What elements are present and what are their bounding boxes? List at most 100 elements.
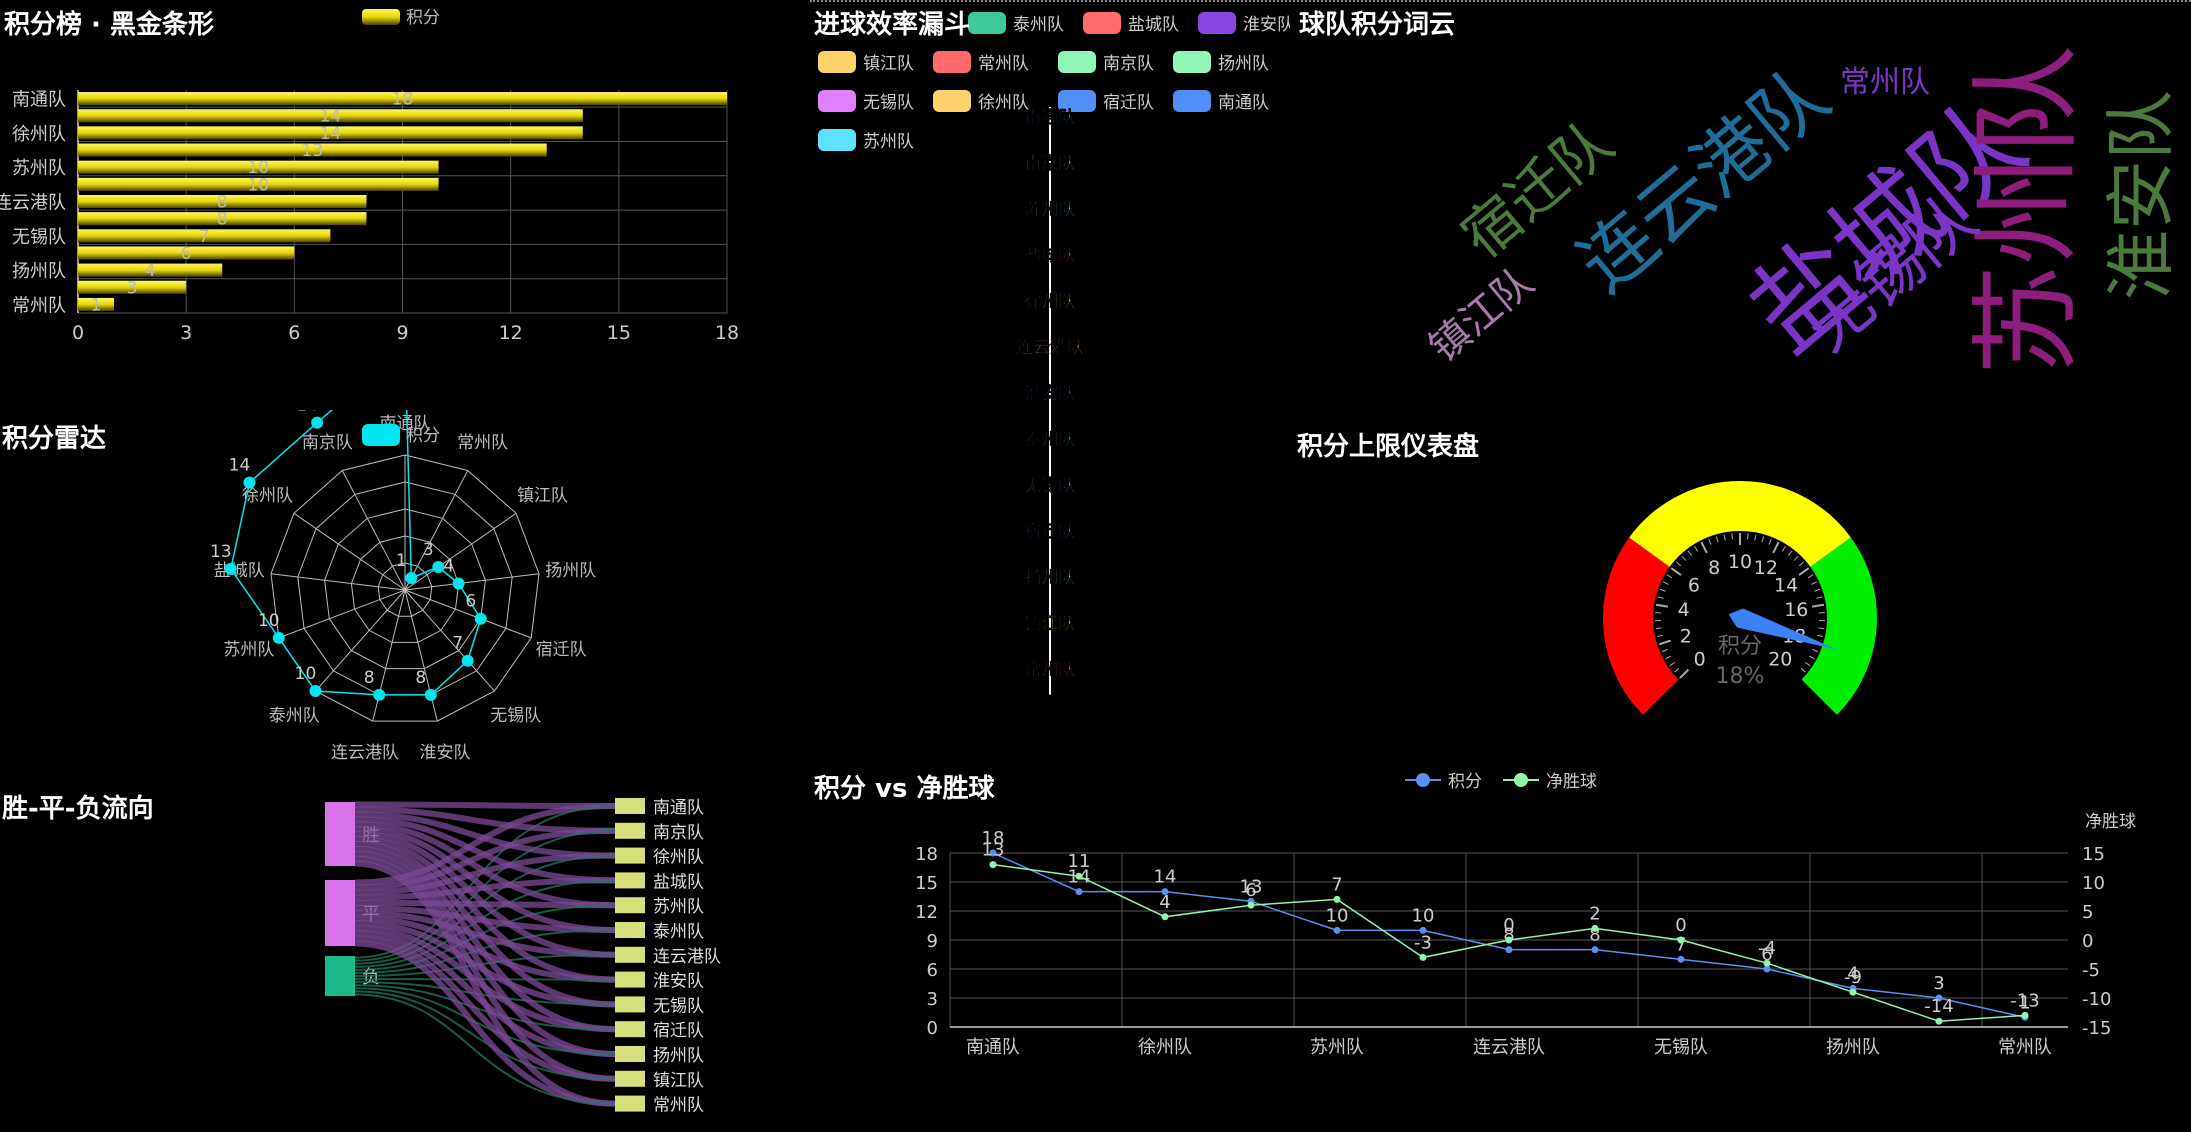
line-left-tick: 15 — [915, 873, 938, 894]
points-series-point — [1591, 946, 1599, 954]
gauge-tick — [1687, 550, 1692, 556]
gauge-tick — [1818, 627, 1825, 630]
bar-value-label: 8 — [217, 193, 228, 213]
bar-xtick: 9 — [396, 322, 408, 344]
sankey-target-node — [615, 822, 645, 839]
wordcloud-word: 常州队 — [1840, 65, 1930, 100]
bar-xtick: 15 — [607, 322, 631, 344]
gauge-band-mid — [1629, 481, 1851, 568]
funnel-legend-swatch — [818, 51, 856, 73]
radar-indicator-label: 苏州队 — [223, 640, 274, 660]
points-series-point — [1075, 888, 1083, 896]
gauge-tick — [1662, 581, 1669, 585]
goaldiff-series-value-label: 13 — [982, 840, 1005, 861]
goaldiff-series-point — [1763, 959, 1771, 967]
sankey-target-label: 徐州队 — [653, 848, 704, 868]
goaldiff-series-value-label: 11 — [1068, 851, 1091, 872]
gauge-tick — [1674, 667, 1680, 673]
radar-value-label: 14 — [296, 410, 318, 416]
gauge-tick — [1807, 574, 1814, 579]
line-right-tick: 10 — [2082, 873, 2105, 894]
line-right-axis-name: 净胜球 — [2085, 812, 2136, 832]
gauge-tick — [1798, 561, 1805, 567]
gauge-tick-label: 14 — [1774, 574, 1798, 596]
goaldiff-series-point — [1161, 913, 1169, 921]
funnel-item-label: 常州队 — [1025, 659, 1077, 680]
line-left-tick: 18 — [915, 844, 938, 865]
sankey-target-node — [615, 1046, 645, 1062]
sankey-panel: 胜-平-负流向 胜平负南通队 南京队 徐州队 盐城队 苏州队 泰州队 连云港队 淮安队 无锡队宿… — [0, 780, 760, 1132]
line-xtick: 南通队 — [966, 1037, 1020, 1058]
radar-indicator-label: 淮安队 — [419, 743, 470, 763]
points-series-value-label: 10 — [1326, 905, 1349, 926]
gauge-tick — [1670, 567, 1682, 576]
goaldiff-series-value-label: 6 — [1245, 880, 1256, 901]
radar-point — [424, 688, 437, 701]
line-left-tick: 12 — [915, 902, 938, 923]
wordcloud-panel: 球队积分词云 盐城队 苏州队 连云港队 淮安队 无锡队 宿迁队 镇江队 常州队 — [1295, 0, 2191, 410]
gauge-tick — [1681, 555, 1687, 561]
line-left-tick: 9 — [927, 931, 938, 952]
goaldiff-series-point — [1505, 936, 1513, 944]
line-right-tick: -5 — [2082, 960, 2100, 981]
bar-ytick: 扬州队 — [12, 261, 66, 282]
gauge-tick — [1658, 639, 1671, 646]
funnel-item-label: 盐城队 — [1025, 245, 1077, 266]
radar-value-label: 14 — [229, 456, 251, 476]
sankey-target-label: 南通队 — [653, 798, 704, 818]
funnel-legend-swatch — [968, 12, 1006, 34]
radar-point — [272, 631, 285, 644]
goaldiff-series-value-label: -9 — [1844, 967, 1862, 988]
gauge-tick-label: 10 — [1728, 551, 1752, 573]
sankey-source-node — [325, 880, 355, 946]
radar-point — [474, 612, 487, 625]
bar-ytick: 无锡队 — [12, 227, 66, 248]
goaldiff-series-value-label: 7 — [1331, 874, 1342, 895]
goaldiff-series-point — [1247, 901, 1255, 909]
funnel-legend-swatch — [1173, 51, 1211, 73]
funnel-item-label: 扬州队 — [1025, 567, 1077, 588]
bar-legend-swatch — [362, 9, 400, 25]
gauge-tick — [1659, 588, 1666, 592]
gauge-tick — [1811, 581, 1818, 585]
funnel-item-label: 连云港队 — [1016, 337, 1085, 358]
points-series-value-label: 14 — [1154, 867, 1177, 888]
gauge-tick — [1793, 555, 1799, 561]
funnel-legend-swatch — [818, 129, 856, 151]
bar-value-label: 10 — [247, 175, 269, 195]
sankey-chart: 胜平负南通队南京队徐州队盐城队苏州队泰州队连云港队淮安队无锡队宿迁队扬州队镇江队… — [325, 798, 721, 1116]
funnel-item-label: 淮安队 — [1025, 383, 1077, 404]
bar-value-label: 14 — [320, 107, 342, 127]
gauge-name: 积分 — [1718, 634, 1762, 659]
points-series-value-label: 10 — [1412, 905, 1435, 926]
gauge-tick — [1788, 550, 1793, 556]
radar-panel: 积分雷达 南通队 常州队 镇江队 扬州队 宿迁队 无锡队 淮安队 连云港队 泰州队 苏州队 盐城队徐… — [0, 410, 760, 780]
goaldiff-series-value-label: -4 — [1758, 938, 1776, 959]
sankey-target-label: 苏州队 — [653, 897, 704, 917]
sankey-target-label: 镇江队 — [653, 1071, 704, 1091]
gauge-tick — [1661, 648, 1668, 653]
gauge-panel: 积分上限仪表盘 02468101214161820积分18% — [1295, 418, 2191, 728]
sankey-target-node — [615, 996, 645, 1013]
radar-indicator-label: 扬州队 — [545, 561, 596, 581]
funnel-chart: 泰州队 盐城队 淮安队镇江队 常州队 南京队 扬州队无锡队 徐州队 宿迁队 南通队苏州队南通队南… — [818, 12, 1290, 695]
wordcloud-word: 镇江队 — [1421, 259, 1542, 371]
sankey-target-node — [615, 971, 645, 988]
gauge-tick — [1679, 668, 1690, 679]
goaldiff-series-point — [2021, 1011, 2029, 1019]
bar-value-label: 1 — [91, 295, 102, 315]
bar-legend-label: 积分 — [406, 8, 440, 28]
sankey-target-label: 无锡队 — [653, 996, 704, 1016]
radar-legend-label: 积分 — [406, 426, 440, 446]
sankey-target-node — [615, 872, 645, 889]
radar-value-label: 10 — [295, 664, 317, 684]
bar-value-label: 13 — [302, 141, 324, 161]
wordcloud-word: 苏州队 — [1963, 45, 2091, 375]
radar-spoke — [278, 589, 406, 639]
line-right-tick: 15 — [2082, 844, 2105, 865]
gauge-detail: 18% — [1716, 664, 1765, 689]
gauge-tick — [1816, 596, 1823, 599]
goaldiff-series-point — [1935, 1017, 1943, 1025]
gauge-tick-label: 6 — [1688, 574, 1700, 596]
funnel-legend-swatch — [1058, 51, 1096, 73]
